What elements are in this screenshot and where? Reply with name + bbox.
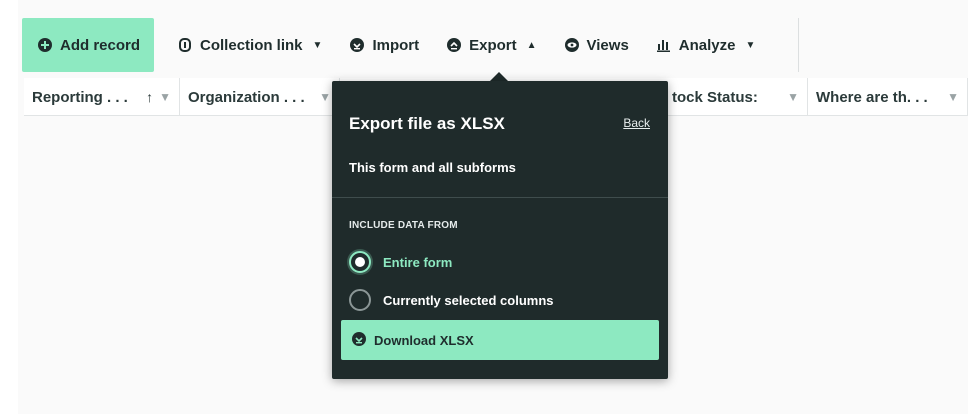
column-label: Reporting . . . xyxy=(32,88,128,106)
back-link[interactable]: Back xyxy=(623,116,650,130)
divider xyxy=(332,197,668,198)
section-label: INCLUDE DATA FROM xyxy=(349,220,458,231)
views-label: Views xyxy=(586,36,629,54)
filter-icon[interactable]: ▼ xyxy=(159,90,171,104)
popover-subtitle: This form and all subforms xyxy=(349,160,516,175)
plus-circle-icon xyxy=(38,38,52,52)
download-xlsx-button[interactable]: Download XLSX xyxy=(341,320,659,360)
sort-ascending-icon[interactable]: ↑ xyxy=(146,89,153,105)
column-header-organization[interactable]: Organization . . . ▼ xyxy=(180,78,340,116)
column-label: Where are th. . . xyxy=(816,88,928,106)
download-icon xyxy=(352,331,366,349)
filter-icon[interactable]: ▼ xyxy=(947,90,959,104)
radio-label: Entire form xyxy=(383,254,453,270)
export-label: Export xyxy=(469,36,517,54)
chevron-up-icon: ▲ xyxy=(526,39,537,51)
import-button[interactable]: Import xyxy=(336,18,433,72)
app-frame: Add record Collection link ▼ Import Expo… xyxy=(0,0,968,414)
radio-label: Currently selected columns xyxy=(383,292,554,308)
download-label: Download XLSX xyxy=(374,332,474,348)
chevron-down-icon: ▼ xyxy=(745,39,756,51)
radio-selected-columns[interactable]: Currently selected columns xyxy=(349,289,554,311)
radio-button[interactable] xyxy=(349,289,371,311)
column-label: tock Status: xyxy=(672,88,758,106)
add-record-label: Add record xyxy=(60,36,141,54)
chevron-down-icon: ▼ xyxy=(312,39,323,51)
import-label: Import xyxy=(372,36,420,54)
popover-arrow xyxy=(490,72,508,81)
toolbar-divider xyxy=(798,18,799,72)
filter-icon[interactable]: ▼ xyxy=(787,90,799,104)
popover-title: Export file as XLSX xyxy=(349,114,505,133)
eye-icon xyxy=(564,38,579,52)
column-header-where[interactable]: Where are th. . . ▼ xyxy=(808,78,968,116)
collection-link-label: Collection link xyxy=(200,36,303,54)
column-label: Organization . . . xyxy=(188,88,305,106)
collection-link-button[interactable]: Collection link ▼ xyxy=(164,18,336,72)
link-icon xyxy=(178,38,192,52)
views-button[interactable]: Views xyxy=(551,18,643,72)
import-icon xyxy=(350,38,365,52)
column-header-reporting[interactable]: Reporting . . . ↑ ▼ xyxy=(24,78,180,116)
toolbar: Add record Collection link ▼ Import Expo… xyxy=(18,18,769,72)
bar-chart-icon xyxy=(656,38,671,52)
radio-button-selected[interactable] xyxy=(349,251,371,273)
radio-entire-form[interactable]: Entire form xyxy=(349,251,452,273)
export-button[interactable]: Export ▲ xyxy=(433,18,550,72)
export-popover: Export file as XLSX Back This form and a… xyxy=(332,81,668,379)
analyze-button[interactable]: Analyze ▼ xyxy=(643,18,770,72)
filter-icon[interactable]: ▼ xyxy=(319,90,331,104)
analyze-label: Analyze xyxy=(678,36,736,54)
export-icon xyxy=(447,38,462,52)
add-record-button[interactable]: Add record xyxy=(22,18,155,72)
